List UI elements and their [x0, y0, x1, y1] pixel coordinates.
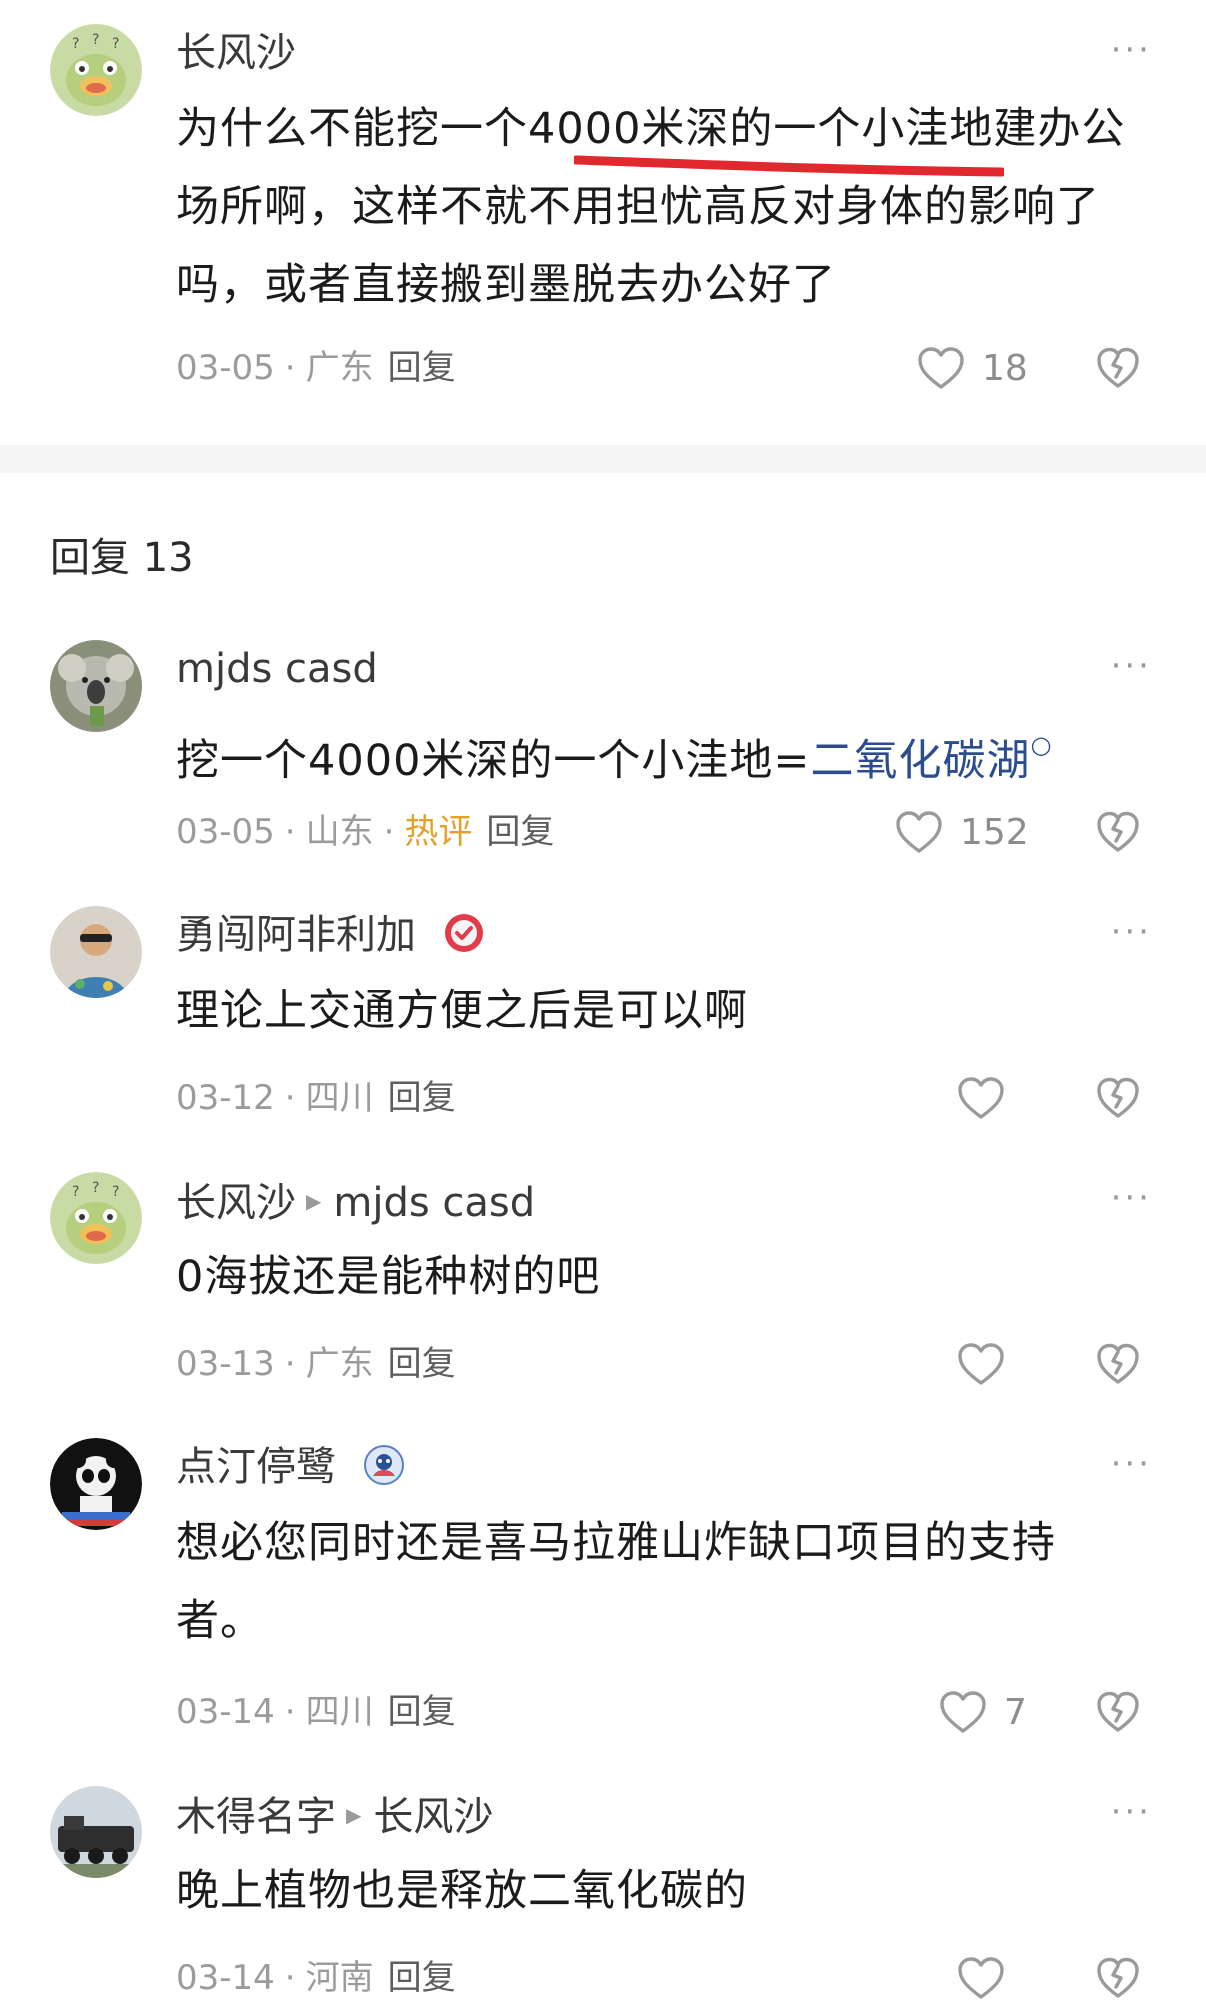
section-divider — [0, 445, 1206, 473]
reply-button[interactable]: 回复 — [388, 1078, 456, 1118]
comment-date: 03-05 — [176, 348, 275, 388]
avatar[interactable] — [50, 1786, 142, 1878]
comment-meta: 03-05 · 山东 · 热评 回复 — [176, 812, 555, 852]
heart-icon — [938, 1689, 988, 1735]
reply-to-arrow-icon: ▶ — [346, 1803, 362, 1827]
comment-date: 03-13 — [176, 1344, 275, 1384]
more-options-icon[interactable]: ··· — [1111, 1447, 1152, 1481]
more-options-icon[interactable]: ··· — [1111, 33, 1152, 67]
reply-button[interactable]: 回复 — [388, 1958, 456, 1998]
reply-button[interactable]: 回复 — [388, 1692, 456, 1732]
search-link[interactable]: 二氧化碳湖 — [810, 736, 1030, 786]
dislike-button[interactable] — [1094, 1074, 1142, 1122]
comment-line-3: 吗，或者直接搬到墨脱去办公好了 — [176, 260, 836, 310]
more-options-icon[interactable]: ··· — [1111, 1795, 1152, 1829]
comment-date: 03-05 — [176, 812, 275, 852]
dislike-heart-icon — [1094, 344, 1142, 392]
author-name[interactable]: mjds casd — [176, 644, 378, 694]
avatar[interactable]: ??? — [50, 1172, 142, 1264]
reply-button[interactable]: 回复 — [486, 812, 554, 852]
svg-text:?: ? — [112, 1184, 119, 1200]
more-options-icon[interactable]: ··· — [1111, 1181, 1152, 1215]
reply-to-name[interactable]: mjds casd — [333, 1180, 535, 1226]
comment-text: 挖一个4000米深的一个小洼地=二氧化碳湖○ — [176, 731, 1053, 786]
svg-text:?: ? — [92, 32, 99, 48]
svg-text:?: ? — [72, 1184, 79, 1200]
dislike-heart-icon — [1094, 1954, 1142, 2002]
comment-meta: 03-13 · 广东 回复 — [176, 1344, 456, 1384]
author-name[interactable]: 长风沙 — [176, 28, 296, 78]
heart-icon — [894, 809, 944, 855]
comment-date: 03-12 — [176, 1078, 275, 1118]
more-options-icon[interactable]: ··· — [1111, 915, 1152, 949]
author-name[interactable]: 勇闯阿非利加 — [176, 910, 485, 960]
comment-meta: 03-14 · 河南 回复 — [176, 1958, 456, 1998]
comment-line-1: 为什么不能挖一个4000米深的一个小洼地建办公 — [176, 90, 1136, 177]
heart-icon — [956, 1075, 1006, 1121]
verified-badge-icon — [444, 914, 483, 952]
like-button[interactable]: 18 — [916, 343, 1028, 393]
dislike-button[interactable] — [1094, 808, 1142, 856]
author-name[interactable]: 木得名字 ▶ 长风沙 — [176, 1790, 493, 1842]
svg-text:?: ? — [112, 36, 119, 52]
comment-location: 山东 — [305, 812, 374, 852]
dislike-heart-icon — [1094, 1340, 1142, 1388]
dislike-button[interactable] — [1094, 1688, 1142, 1736]
dislike-heart-icon — [1094, 1688, 1142, 1736]
avatar[interactable]: ??? — [50, 24, 142, 116]
author-name[interactable]: 点汀停鹭 — [176, 1442, 405, 1492]
comment-text: 为什么不能挖一个4000米深的一个小洼地建办公 场所啊，这样不就不用担忧高反对身… — [176, 90, 1136, 324]
replies-header: 回复 13 — [50, 535, 194, 581]
heart-icon — [916, 345, 966, 391]
dislike-button[interactable] — [1094, 344, 1142, 392]
heart-icon — [956, 1955, 1006, 2001]
comment-meta: 03-14 · 四川 回复 — [176, 1692, 456, 1732]
dislike-button[interactable] — [1094, 1340, 1142, 1388]
comment-text: 晚上植物也是释放二氧化碳的 — [176, 1866, 748, 1916]
like-button[interactable] — [956, 1953, 1006, 2003]
avatar[interactable] — [50, 640, 142, 732]
reply-to-name[interactable]: 长风沙 — [373, 1794, 493, 1840]
comment-date: 03-14 — [176, 1958, 275, 1998]
avatar[interactable] — [50, 906, 142, 998]
comment-meta: 03-05 · 广东 回复 — [176, 348, 456, 388]
like-button[interactable]: 152 — [894, 807, 1029, 857]
comment-text: 0海拔还是能种树的吧 — [176, 1252, 601, 1302]
red-underline-annotation — [574, 155, 1004, 177]
avatar[interactable] — [50, 1438, 142, 1530]
reply-to-arrow-icon: ▶ — [306, 1189, 322, 1213]
dislike-heart-icon — [1094, 1074, 1142, 1122]
comment-text: 想必您同时还是喜马拉雅山炸缺口项目的支持者。 — [176, 1518, 1056, 1646]
comment-location: 四川 — [305, 1078, 374, 1118]
search-link-icon[interactable]: ○ — [1030, 731, 1052, 759]
comment-location: 广东 — [305, 1344, 374, 1384]
more-options-icon[interactable]: ··· — [1111, 649, 1152, 683]
svg-text:?: ? — [92, 1180, 99, 1196]
member-badge-icon — [363, 1445, 404, 1485]
comment-location: 河南 — [305, 1958, 374, 1998]
dislike-button[interactable] — [1094, 1954, 1142, 2002]
like-count: 7 — [1004, 1691, 1027, 1733]
dislike-heart-icon — [1094, 808, 1142, 856]
comment-text: 理论上交通方便之后是可以啊 — [176, 986, 748, 1036]
like-button[interactable]: 7 — [938, 1687, 1027, 1737]
heart-icon — [956, 1341, 1006, 1387]
author-name[interactable]: 长风沙 ▶ mjds casd — [176, 1176, 535, 1228]
like-button[interactable] — [956, 1073, 1006, 1123]
like-count: 18 — [982, 347, 1028, 389]
hot-comment-tag: 热评 — [404, 812, 473, 852]
comment-meta: 03-12 · 四川 回复 — [176, 1078, 456, 1118]
comment-location: 广东 — [305, 348, 374, 388]
comment-location: 四川 — [305, 1692, 374, 1732]
reply-button[interactable]: 回复 — [388, 1344, 456, 1384]
svg-text:?: ? — [72, 36, 79, 52]
comment-date: 03-14 — [176, 1692, 275, 1732]
like-button[interactable] — [956, 1339, 1006, 1389]
reply-button[interactable]: 回复 — [388, 348, 456, 388]
like-count: 152 — [960, 811, 1029, 853]
